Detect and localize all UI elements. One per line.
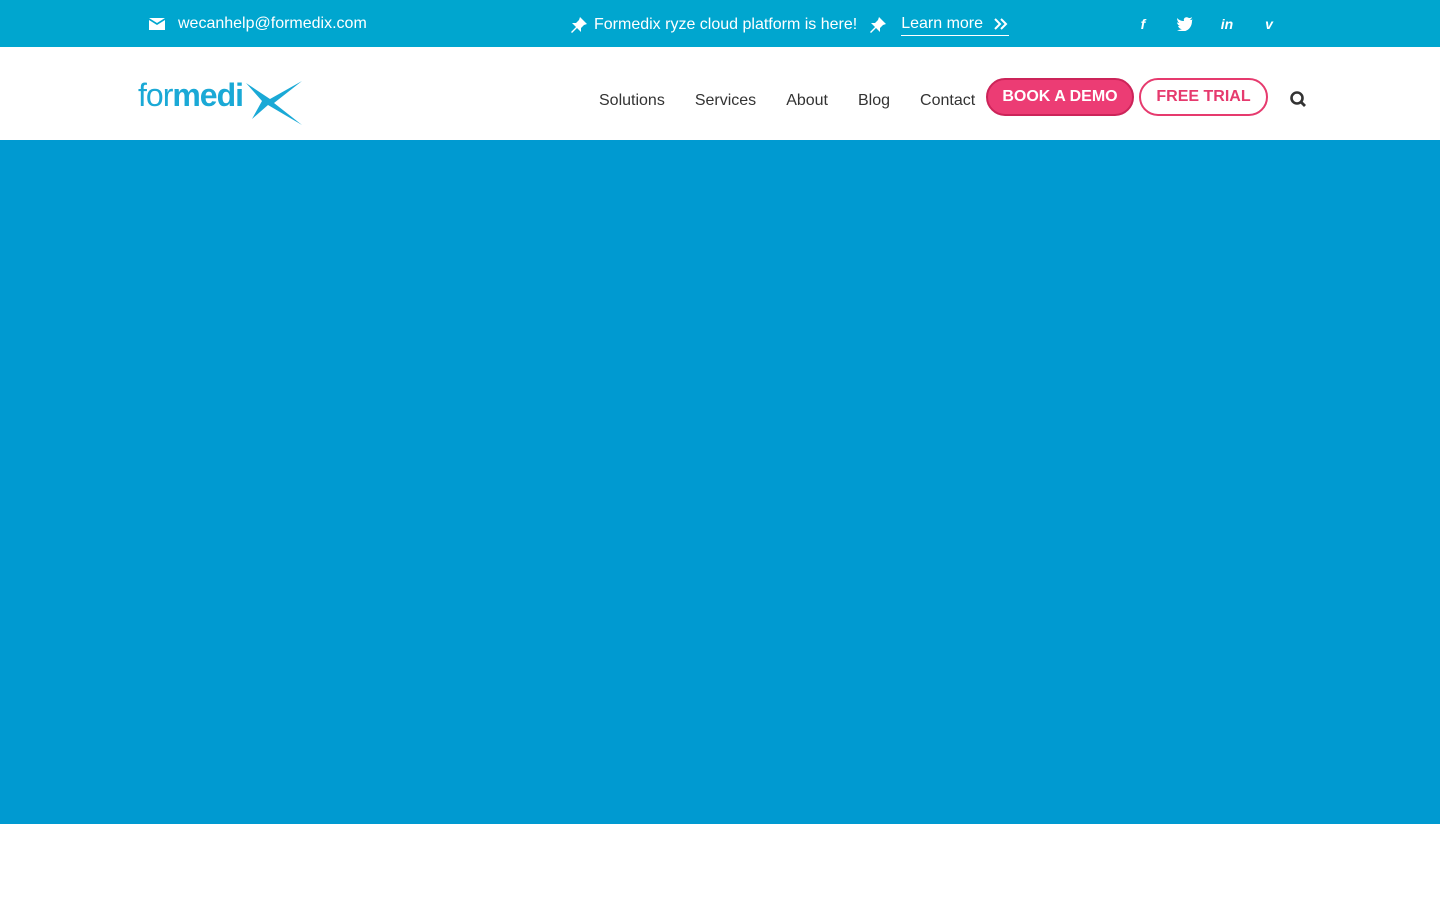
book-demo-button[interactable]: BOOK A DEMO	[986, 78, 1134, 116]
search-icon[interactable]	[1288, 89, 1308, 109]
promo-text: Formedix ryze cloud platform is here!	[594, 16, 858, 33]
logo-wordmark: formedi	[138, 77, 244, 113]
formedix-logo[interactable]: formedi	[138, 77, 308, 129]
learn-more-label: Learn more	[901, 15, 984, 32]
pin-icon	[869, 16, 887, 34]
email-link[interactable]: wecanhelp@formedix.com	[178, 14, 367, 34]
twitter-icon[interactable]	[1174, 13, 1196, 35]
nav-about[interactable]: About	[786, 91, 828, 111]
nav-blog[interactable]: Blog	[858, 91, 890, 111]
logo-wordmark-light: for	[138, 77, 173, 113]
pin-icon	[570, 16, 588, 34]
linkedin-icon[interactable]: in	[1216, 13, 1238, 35]
top-announcement-bar: wecanhelp@formedix.com Formedix ryze clo…	[0, 0, 1440, 47]
site-header: formedi Solutions Services About Blog Co…	[0, 47, 1440, 140]
facebook-icon[interactable]: f	[1132, 13, 1154, 35]
envelope-icon	[148, 17, 166, 31]
logo-wordmark-bold: medi	[172, 77, 244, 113]
main-nav: Solutions Services About Blog Contact	[599, 91, 975, 111]
free-trial-button[interactable]: FREE TRIAL	[1139, 78, 1268, 116]
learn-more-link[interactable]: Learn more	[901, 14, 1010, 36]
social-links: f in v	[1132, 13, 1300, 35]
hero-section	[0, 140, 1440, 824]
below-hero-area	[0, 824, 1440, 900]
nav-solutions[interactable]: Solutions	[599, 91, 665, 111]
nav-contact[interactable]: Contact	[920, 91, 975, 111]
logo-x-mark	[246, 81, 302, 125]
nav-services[interactable]: Services	[695, 91, 756, 111]
vimeo-icon[interactable]: v	[1258, 13, 1280, 35]
promo-banner: Formedix ryze cloud platform is here! Le…	[570, 14, 1010, 36]
contact-email[interactable]: wecanhelp@formedix.com	[148, 14, 367, 34]
double-chevron-right-icon	[993, 17, 1009, 31]
